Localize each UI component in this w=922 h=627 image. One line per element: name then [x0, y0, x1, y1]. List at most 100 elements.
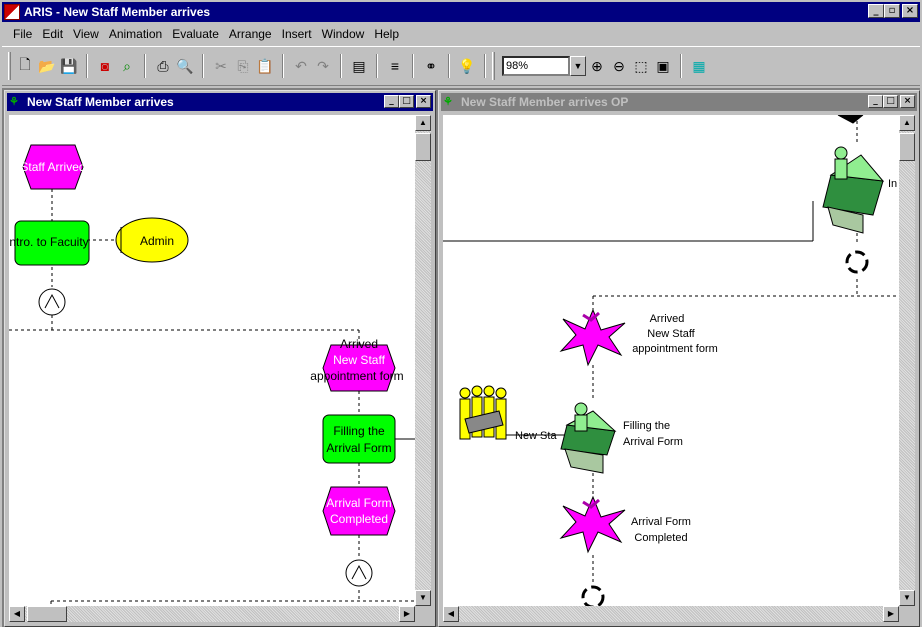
right-model-canvas[interactable]: In Arrived New Staff appointment form Ne… [443, 115, 899, 622]
open-folder-icon[interactable]: 📂 [36, 55, 58, 77]
minimize-button[interactable]: _ [868, 4, 884, 18]
scroll-right-icon[interactable]: ▶ [883, 606, 899, 622]
aris-logo-icon [4, 4, 20, 20]
main-toolbar: 🗋 📂 💾 ◙ ⌕ ⎙ 🔍 ✂ ⎘ 📋 ↶ ↷ ▤ ≡ ⚭ 💡 98% ▼ ⊕ … [2, 46, 920, 86]
toolbar-separator [282, 54, 284, 78]
right-window-title-bar[interactable]: ⚘ New Staff Member arrives OP _ □ × [441, 93, 917, 111]
maximize-button[interactable]: □ [883, 95, 898, 108]
toolbar-grip[interactable] [8, 52, 11, 80]
search-model-icon[interactable]: ⌕ [116, 55, 138, 77]
event-arrived-new-staff[interactable] [322, 344, 396, 392]
menu-file[interactable]: File [8, 27, 37, 41]
left-window-title-bar[interactable]: ⚘ New Staff Member arrives _ □ × [7, 93, 433, 111]
toolbar-separator [680, 54, 682, 78]
scroll-thumb[interactable] [415, 133, 431, 161]
fit-page-icon[interactable]: ▣ [652, 55, 674, 77]
event-label: New Staff [333, 353, 385, 367]
toolbar-separator [376, 54, 378, 78]
right-window-title: New Staff Member arrives OP [461, 95, 629, 109]
left-diagram: Staff Arrived ntro. to Facuity Admin Arr… [9, 144, 415, 606]
print-icon[interactable]: ⎙ [152, 55, 174, 77]
function-label: Filling the [623, 420, 670, 432]
model-tree-icon: ⚘ [443, 96, 453, 108]
properties-icon[interactable]: ▤ [348, 55, 370, 77]
maximize-button[interactable]: □ [399, 95, 414, 108]
new-file-icon[interactable]: 🗋 [14, 55, 36, 77]
paste-icon[interactable]: 📋 [254, 55, 276, 77]
model-tree-icon: ⚘ [9, 96, 19, 108]
binoculars-icon[interactable]: ⚭ [420, 55, 442, 77]
event-label: Completed [330, 512, 388, 526]
event-star-icon[interactable] [559, 495, 626, 554]
zoom-value[interactable]: 98% [502, 56, 570, 76]
toolbar-grip[interactable] [492, 52, 495, 80]
toolbar-separator [340, 54, 342, 78]
and-operator[interactable] [38, 288, 66, 316]
scroll-down-icon[interactable]: ▼ [415, 590, 431, 606]
menu-view[interactable]: View [68, 27, 104, 41]
right-diagram: In Arrived New Staff appointment form Ne… [443, 115, 899, 609]
toolbar-separator [86, 54, 88, 78]
scroll-up-icon[interactable]: ▲ [899, 115, 915, 131]
event-arrival-form-completed[interactable] [322, 486, 396, 536]
redo-icon[interactable]: ↷ [312, 55, 334, 77]
scroll-left-icon[interactable]: ◀ [9, 606, 25, 622]
menu-animation[interactable]: Animation [104, 27, 167, 41]
menu-arrange[interactable]: Arrange [224, 27, 277, 41]
left-horizontal-scrollbar[interactable]: ◀ ▶ [9, 606, 415, 622]
app-title: ARIS - New Staff Member arrives [24, 5, 211, 19]
explorer-icon[interactable]: ◙ [94, 55, 116, 77]
function-label: Arrival Form [623, 436, 683, 448]
model-icon[interactable]: ▦ [688, 55, 710, 77]
aris-app: ARIS - New Staff Member arrives _ ▫ × Fi… [0, 0, 922, 627]
person-at-desk-icon[interactable] [822, 146, 885, 234]
close-button[interactable]: × [900, 95, 915, 108]
minimize-button[interactable]: _ [384, 95, 399, 108]
left-vertical-scrollbar[interactable]: ▲ ▼ [415, 115, 431, 606]
scroll-down-icon[interactable]: ▼ [899, 590, 915, 606]
function-filling-arrival-form[interactable] [322, 414, 396, 464]
scroll-left-icon[interactable]: ◀ [443, 606, 459, 622]
scroll-right-icon[interactable]: ▶ [399, 606, 415, 622]
event-label: New Staff [647, 328, 695, 340]
menu-window[interactable]: Window [317, 27, 370, 41]
minimize-button[interactable]: _ [868, 95, 883, 108]
scroll-up-icon[interactable]: ▲ [415, 115, 431, 131]
close-button[interactable]: × [416, 95, 431, 108]
zoom-in-icon[interactable]: ⊕ [586, 55, 608, 77]
lightbulb-icon[interactable]: 💡 [456, 55, 478, 77]
toolbar-separator [144, 54, 146, 78]
left-model-canvas[interactable]: Staff Arrived ntro. to Facuity Admin Arr… [9, 115, 415, 606]
format-icon[interactable]: ≡ [384, 55, 406, 77]
right-window-controls: _ □ × [868, 95, 915, 108]
zoom-select[interactable]: 98% ▼ [502, 55, 586, 77]
event-star-icon[interactable] [559, 308, 626, 367]
restore-button[interactable]: ▫ [884, 4, 900, 18]
menu-help[interactable]: Help [369, 27, 404, 41]
event-label: Completed [634, 532, 687, 544]
zoom-selection-icon[interactable]: ⬚ [630, 55, 652, 77]
menu-edit[interactable]: Edit [37, 27, 68, 41]
right-vertical-scrollbar[interactable]: ▲ ▼ [899, 115, 915, 606]
rules-loop-icon[interactable] [581, 585, 605, 609]
undo-icon[interactable]: ↶ [290, 55, 312, 77]
zoom-out-icon[interactable]: ⊖ [608, 55, 630, 77]
group-people-icon[interactable] [459, 385, 507, 443]
scroll-thumb[interactable] [899, 133, 915, 161]
scroll-thumb[interactable] [27, 606, 67, 622]
event-star-icon [837, 115, 864, 124]
menu-insert[interactable]: Insert [277, 27, 317, 41]
chevron-down-icon[interactable]: ▼ [570, 56, 586, 76]
and-operator[interactable] [345, 559, 373, 587]
toolbar-separator [202, 54, 204, 78]
toolbar-separator [412, 54, 414, 78]
close-button[interactable]: × [902, 4, 918, 18]
person-at-desk-icon[interactable] [560, 402, 617, 474]
copy-icon[interactable]: ⎘ [232, 55, 254, 77]
cut-icon[interactable]: ✂ [210, 55, 232, 77]
print-preview-icon[interactable]: 🔍 [174, 55, 196, 77]
rules-loop-icon[interactable] [845, 250, 869, 274]
save-icon[interactable]: 💾 [58, 55, 80, 77]
right-horizontal-scrollbar[interactable]: ◀ ▶ [443, 606, 899, 622]
menu-evaluate[interactable]: Evaluate [167, 27, 224, 41]
